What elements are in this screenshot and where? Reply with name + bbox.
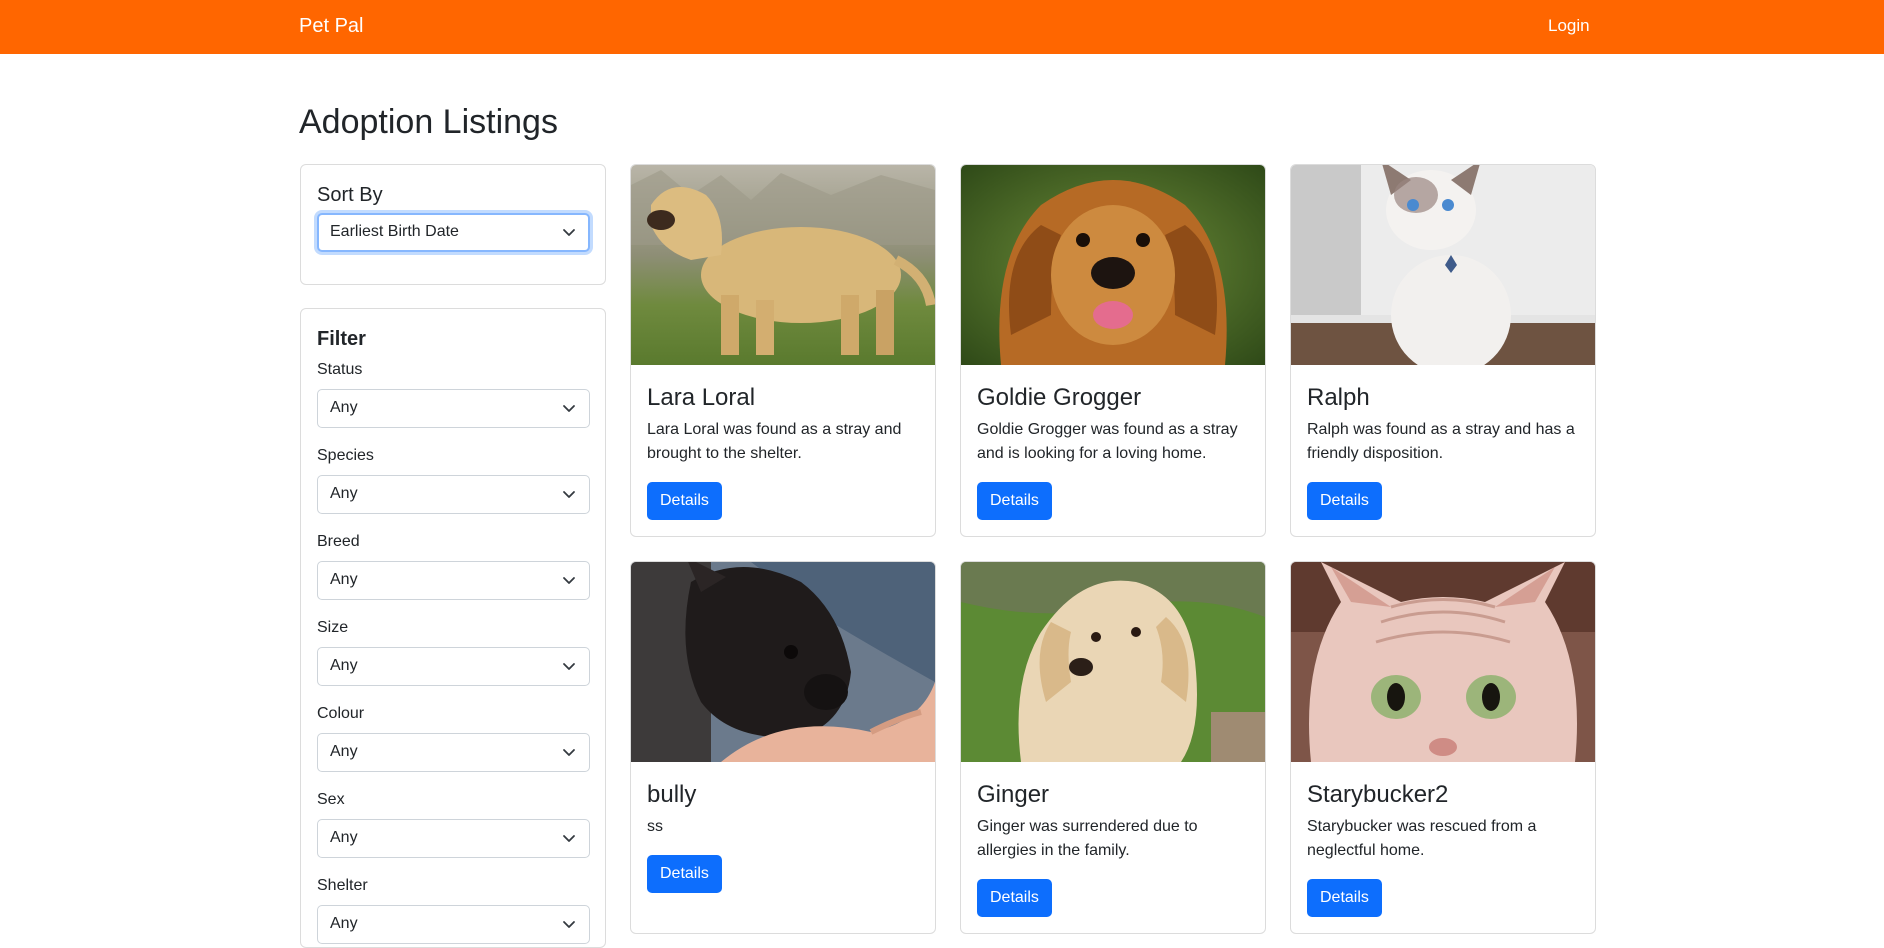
- golden-dog-on-grass-photo: [961, 562, 1265, 762]
- chevron-down-icon: [561, 916, 577, 932]
- filter-heading: Filter: [317, 328, 366, 350]
- pet-card: Starybucker2 Starybucker was rescued fro…: [1290, 561, 1596, 934]
- sex-select[interactable]: Any: [317, 819, 590, 858]
- french-bulldog-puppy-photo: [631, 562, 935, 762]
- chevron-down-icon: [561, 486, 577, 502]
- sphynx-cat-photo: [1291, 562, 1595, 762]
- shelter-select-value: Any: [330, 915, 358, 932]
- sort-select-value: Earliest Birth Date: [330, 223, 459, 240]
- pet-description: Ginger was surrendered due to allergies …: [977, 818, 1198, 859]
- species-select-value: Any: [330, 485, 358, 502]
- pet-description: Ralph was found as a stray and has a fri…: [1307, 421, 1575, 462]
- pet-card: bully ss Details: [630, 561, 936, 934]
- status-label: Status: [317, 361, 363, 378]
- white-kitten-photo: [1291, 165, 1595, 365]
- pet-name: Starybucker2: [1307, 781, 1449, 808]
- species-select[interactable]: Any: [317, 475, 590, 514]
- page-title: Adoption Listings: [299, 103, 558, 141]
- details-button[interactable]: Details: [647, 482, 722, 520]
- breed-label: Breed: [317, 533, 360, 550]
- colour-select[interactable]: Any: [317, 733, 590, 772]
- pet-card: Ginger Ginger was surrendered due to all…: [960, 561, 1266, 934]
- sex-label: Sex: [317, 791, 345, 808]
- chevron-down-icon: [561, 572, 577, 588]
- details-button[interactable]: Details: [977, 879, 1052, 917]
- pet-description: ss: [647, 818, 663, 835]
- status-select[interactable]: Any: [317, 389, 590, 428]
- top-navbar: Pet Pal Login: [0, 0, 1884, 54]
- sex-select-value: Any: [330, 829, 358, 846]
- details-button[interactable]: Details: [1307, 879, 1382, 917]
- chevron-down-icon: [561, 224, 577, 240]
- pet-name: Lara Loral: [647, 384, 756, 411]
- colour-label: Colour: [317, 705, 365, 722]
- sort-heading: Sort By: [317, 184, 383, 206]
- chevron-down-icon: [561, 400, 577, 416]
- chevron-down-icon: [561, 830, 577, 846]
- details-button[interactable]: Details: [977, 482, 1052, 520]
- pet-card: Ralph Ralph was found as a stray and has…: [1290, 164, 1596, 537]
- breed-select-value: Any: [330, 571, 358, 588]
- shelter-select[interactable]: Any: [317, 905, 590, 944]
- details-button[interactable]: Details: [1307, 482, 1382, 520]
- breed-select[interactable]: Any: [317, 561, 590, 600]
- pet-name: Ralph: [1307, 384, 1370, 411]
- colour-select-value: Any: [330, 743, 358, 760]
- size-select-value: Any: [330, 657, 358, 674]
- login-link[interactable]: Login: [1548, 16, 1590, 36]
- sort-panel: Sort By Earliest Birth Date: [300, 164, 606, 285]
- pet-name: bully: [647, 781, 697, 808]
- pet-name: Ginger: [977, 781, 1050, 808]
- pet-description: Goldie Grogger was found as a stray and …: [977, 421, 1238, 462]
- pet-description: Starybucker was rescued from a neglectfu…: [1307, 818, 1537, 859]
- sort-select[interactable]: Earliest Birth Date: [317, 213, 590, 252]
- golden-retriever-photo: [961, 165, 1265, 365]
- size-label: Size: [317, 619, 349, 636]
- chevron-down-icon: [561, 658, 577, 674]
- chevron-down-icon: [561, 744, 577, 760]
- shelter-label: Shelter: [317, 877, 368, 894]
- size-select[interactable]: Any: [317, 647, 590, 686]
- yellow-labrador-photo: [631, 165, 935, 365]
- pet-card: Goldie Grogger Goldie Grogger was found …: [960, 164, 1266, 537]
- pet-card: Lara Loral Lara Loral was found as a str…: [630, 164, 936, 537]
- species-label: Species: [317, 447, 374, 464]
- pet-name: Goldie Grogger: [977, 384, 1142, 411]
- filter-panel: Filter Status Any Species Any Breed Any …: [300, 308, 606, 948]
- brand-link[interactable]: Pet Pal: [299, 15, 363, 38]
- pet-description: Lara Loral was found as a stray and brou…: [647, 421, 902, 462]
- details-button[interactable]: Details: [647, 855, 722, 893]
- status-select-value: Any: [330, 399, 358, 416]
